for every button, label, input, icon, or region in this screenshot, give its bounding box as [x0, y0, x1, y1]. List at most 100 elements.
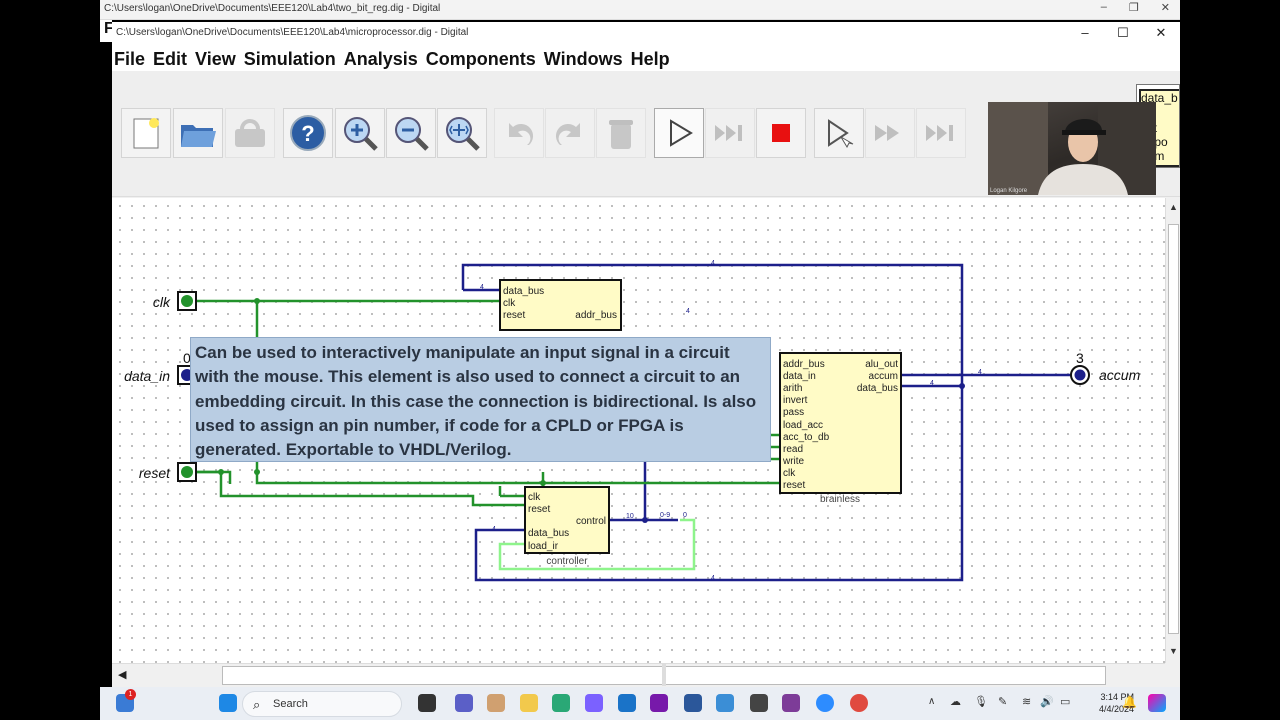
chevron-up-icon[interactable]: ∧ [928, 696, 935, 707]
copilot-tray-icon[interactable] [1148, 694, 1166, 712]
controller-pin-control: control [576, 516, 606, 527]
photos-icon[interactable] [716, 694, 734, 712]
ms-store-icon[interactable] [618, 694, 636, 712]
close-icon[interactable]: ✕ [1161, 1, 1170, 14]
zoom-fit-button[interactable] [437, 108, 487, 158]
zoom-out-button[interactable] [386, 108, 436, 158]
window-title: C:\Users\logan\OneDrive\Documents\EEE120… [116, 27, 469, 38]
maximize-button[interactable]: ☐ [1104, 22, 1142, 45]
close-button[interactable]: ✕ [1142, 22, 1180, 45]
search-icon: ⌕ [253, 697, 261, 712]
start-simulation-button[interactable] [654, 108, 704, 158]
redo-button[interactable] [545, 108, 595, 158]
single-step-button[interactable] [814, 108, 864, 158]
onenote-icon[interactable] [650, 694, 668, 712]
cloud-icon[interactable]: ☁ [950, 695, 961, 708]
brainless-pin-addr-bus: addr_bus [783, 359, 825, 370]
open-button[interactable] [173, 108, 223, 158]
scroll-up-icon[interactable]: ▲ [1169, 202, 1178, 212]
vertical-scroll-thumb[interactable] [1168, 224, 1179, 634]
brainless-pin-acc-to-db: acc_to_db [783, 432, 830, 443]
step-forward-icon [715, 125, 742, 141]
start-icon[interactable] [219, 694, 237, 712]
single-step-icon [828, 119, 854, 149]
menu-simulation[interactable]: Simulation [244, 45, 342, 71]
input-data-in[interactable]: data_in 0 [124, 350, 197, 385]
copilot-icon[interactable] [585, 694, 603, 712]
stop-simulation-button[interactable] [756, 108, 806, 158]
chrome-icon[interactable] [850, 694, 868, 712]
bus-label-addr: 4 [686, 308, 690, 315]
redo-icon [555, 123, 580, 145]
maximize-icon[interactable]: ❐ [1129, 1, 1139, 14]
bus-label-bottom: 4 [711, 575, 715, 582]
input-reset-label: reset [139, 465, 171, 481]
brainless-pin-arith: arith [783, 383, 802, 394]
bell-icon[interactable]: 🔔 [1122, 695, 1137, 709]
minimize-button[interactable]: – [1066, 22, 1104, 45]
brainless-name: brainless [820, 494, 860, 505]
word-icon[interactable] [684, 694, 702, 712]
circuit-canvas[interactable]: 4 4 4 4 4 4 10 0-9 0 2 1 4 clk [112, 198, 1165, 663]
menu-edit[interactable]: Edit [153, 45, 193, 71]
menu-windows[interactable]: Windows [544, 45, 629, 71]
background-window-title: C:\Users\logan\OneDrive\Documents\EEE120… [104, 3, 441, 14]
save-button[interactable] [225, 108, 275, 158]
menu-bar: File Edit View Simulation Analysis Compo… [112, 45, 1180, 71]
new-file-button[interactable] [121, 108, 171, 158]
bus-label-split-zero: 0 [683, 512, 687, 519]
wifi-icon[interactable]: ≋ [1022, 695, 1031, 708]
save-icon [235, 119, 265, 147]
svg-text:?: ? [301, 121, 314, 146]
scroll-left-icon[interactable]: ◀ [118, 668, 126, 681]
zoom-in-button[interactable] [335, 108, 385, 158]
horizontal-scrollbar[interactable]: ◀ [112, 663, 1165, 687]
brainless-pin-load-acc: load_acc [783, 420, 823, 431]
brainless-pin-invert: invert [783, 395, 808, 406]
battery-icon[interactable]: ▭ [1060, 695, 1070, 708]
controller-block[interactable]: clk reset data_bus load_ir control contr… [524, 486, 610, 567]
menu-file[interactable]: File [114, 45, 151, 71]
scroll-down-icon[interactable]: ▼ [1169, 646, 1178, 656]
menu-components[interactable]: Components [426, 45, 542, 71]
menu-help[interactable]: Help [631, 45, 676, 71]
minimize-icon[interactable]: – [1101, 1, 1107, 14]
app-icon[interactable] [487, 694, 505, 712]
task-view-icon[interactable] [418, 694, 436, 712]
controller-name: controller [546, 556, 588, 567]
undo-button[interactable] [494, 108, 544, 158]
input-clk[interactable]: clk [153, 291, 197, 311]
help-button[interactable]: ? [283, 108, 333, 158]
top-block-pin-reset: reset [503, 310, 525, 321]
input-reset[interactable]: reset [139, 462, 197, 482]
undo-icon [509, 123, 534, 145]
step-forward-button[interactable] [705, 108, 755, 158]
screen: C:\Users\logan\OneDrive\Documents\EEE120… [0, 0, 1280, 720]
bus-label-top: 4 [480, 284, 484, 291]
volume-icon[interactable]: 🔊 [1040, 695, 1054, 708]
bus-label-left: 4 [492, 526, 496, 533]
delete-button[interactable] [596, 108, 646, 158]
menu-analysis[interactable]: Analysis [344, 45, 424, 71]
file-explorer-icon[interactable] [520, 694, 538, 712]
top-register-block[interactable]: data_bus clk reset addr_bus [499, 279, 622, 331]
run-to-break-button[interactable] [865, 108, 915, 158]
taskbar-search[interactable]: ⌕ Search [242, 691, 402, 717]
window-titlebar[interactable]: C:\Users\logan\OneDrive\Documents\EEE120… [112, 22, 1180, 45]
microphone-icon[interactable]: 🎙 [974, 695, 988, 708]
background-window-titlebar[interactable]: C:\Users\logan\OneDrive\Documents\EEE120… [100, 0, 1180, 20]
menu-view[interactable]: View [195, 45, 242, 71]
brainless-block[interactable]: addr_bus data_in arith invert pass load_… [779, 352, 902, 505]
media-icon[interactable] [782, 694, 800, 712]
zoom-icon[interactable] [816, 694, 834, 712]
digital-app-icon[interactable] [750, 694, 768, 712]
output-accum[interactable]: accum 3 [1070, 350, 1141, 385]
teams-icon[interactable] [455, 694, 473, 712]
pen-icon[interactable]: ✎ [998, 695, 1007, 708]
webcam-person-image [988, 102, 1156, 195]
micro-step-button[interactable] [916, 108, 966, 158]
edge-icon[interactable] [552, 694, 570, 712]
vertical-scrollbar[interactable]: ▲ ▼ [1165, 198, 1180, 663]
brainless-pin-write: write [782, 456, 805, 467]
brainless-pin-data-bus: data_bus [857, 383, 898, 394]
